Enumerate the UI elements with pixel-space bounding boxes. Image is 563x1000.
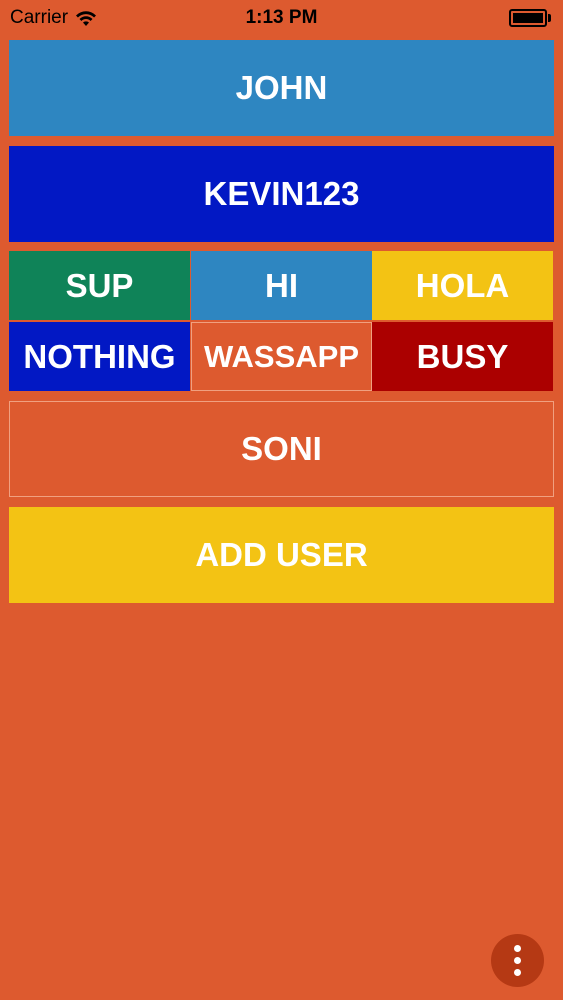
message-button-wassapp[interactable]: WASSAPP [191,322,372,391]
status-bar: Carrier 1:13 PM [0,0,563,36]
status-time: 1:13 PM [245,7,318,28]
more-vertical-icon [514,945,521,976]
user-button-soni[interactable]: SONI [9,401,554,497]
message-button-sup[interactable]: SUP [9,251,190,320]
add-user-button[interactable]: ADD USER [9,507,554,603]
app-screen: Carrier 1:13 PM JOHN KEVIN123 SUP HI HOL… [0,0,563,1000]
overflow-menu-button[interactable] [491,934,544,987]
message-button-nothing[interactable]: NOTHING [9,322,190,391]
battery-icon [509,9,551,27]
message-button-hi[interactable]: HI [191,251,372,320]
user-button-kevin123[interactable]: KEVIN123 [9,146,554,242]
user-button-john[interactable]: JOHN [9,40,554,136]
message-button-hola[interactable]: HOLA [372,251,553,320]
message-button-busy[interactable]: BUSY [372,322,553,391]
